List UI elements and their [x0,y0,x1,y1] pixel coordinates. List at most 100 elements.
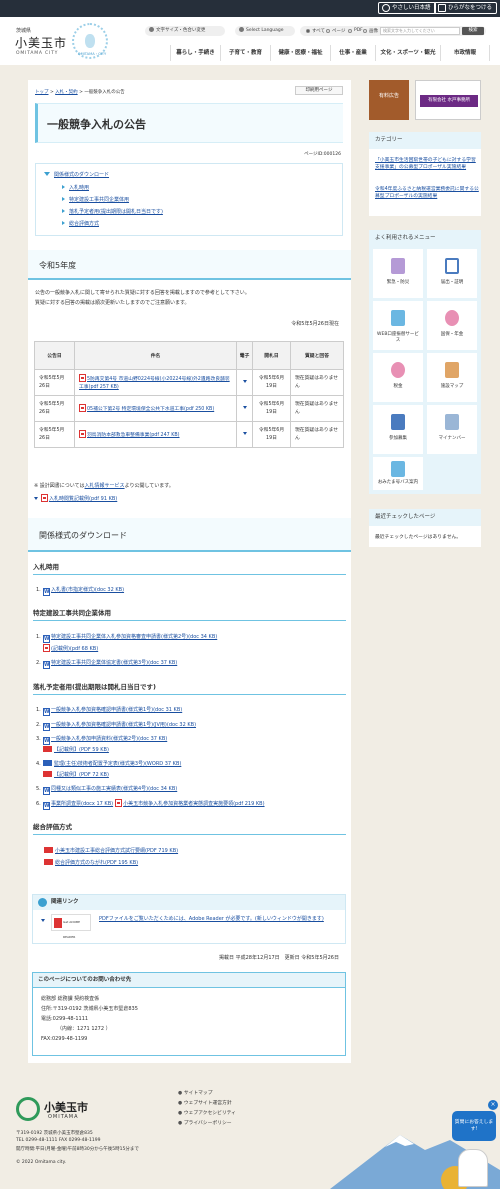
menu-insurance[interactable]: 国保・年金 [427,301,477,350]
building-icon [391,414,405,430]
chevron-down-icon [41,919,45,922]
close-icon[interactable]: × [488,1100,498,1110]
col-header: 件名 [74,341,237,370]
table-row: 令和5年5月26日 5防再交第4号 市道山野0224号線(小20224号線)外2… [34,369,344,396]
section-heading-fy5: 令和5年度 [28,250,351,280]
table-row: 令和5年5月26日 羽鳥消防本部救急車整備事業(pdf 247 KB) 令和5年… [34,421,344,448]
download-item: (記載例)(pdf 68 KB) [43,644,98,652]
as-of-date: 令和5年5月26日現在 [291,321,339,327]
easy-japanese-button[interactable]: やさしい日本語 [378,2,436,14]
download-item: 2. W一般競争入札参加資格確認申請書(様式第1号)(JV用)(doc 32 KB… [36,722,197,731]
word-icon: W [43,708,50,716]
group-heading: 落札予定者用(提出期限は開札日当日です) [33,681,346,695]
toc-head-link[interactable]: 関係様式のダウンロード [54,171,109,178]
breadcrumb: トップ > 入札・契約 > 一般競争入札の公告 [35,90,125,95]
category-heading: カテゴリー [369,132,481,149]
download-item: 2. W特定建設工事共同企業体協定書(様式第3号)(doc 37 KB) [36,660,178,669]
related-links: 関連リンク Get ADOBE READER PDFファイルをご覧いただくために… [32,894,346,944]
page-id: ページID:000126 [304,152,341,157]
document-icon [445,258,459,274]
group-heading: 入札時用 [33,561,346,575]
related-heading: 関連リンク [33,895,345,910]
electronic-bid-icon [242,431,247,435]
toc-item[interactable]: 落札予定者用(提出期限は開札日当日です) [69,208,163,215]
language-select[interactable]: Select Language [235,26,295,36]
gnav-childcare[interactable]: 子育て・教育 [220,45,270,61]
bus-icon [391,461,405,477]
pdf-icon [41,494,48,502]
page-title-box: 一般競争入札の公告 [35,103,343,143]
col-header: 電子 [236,341,253,370]
bid-doc-link[interactable]: 05補公下第2号 特定環境保全公共下水道工事(pdf 250 KB) [87,407,214,412]
phone-icon [391,258,405,274]
radio-page[interactable]: ページ [326,28,345,34]
note-pdf: 入札時閲覧記載例(pdf 91 KB) [34,494,117,502]
bid-doc-link[interactable]: 羽鳥消防本部救急車整備事業(pdf 247 KB) [87,433,180,438]
download-item: 4. 監理(主任)技術者配置予定表(様式第3号)(WORD 37 KB) [36,760,182,767]
popular-menu: よく利用されるメニュー 緊急・防災 届出・証明 WEB口座振替サービス 国保・年… [369,230,481,494]
menu-web-transfer[interactable]: WEB口座振替サービス [373,301,423,350]
page-title: 一般競争入札の公告 [47,118,146,131]
word-icon: W [43,787,50,795]
col-header: 公告日 [34,341,75,370]
table-row: 令和5年5月26日 05補公下第2号 特定環境保全公共下水道工事(pdf 250… [34,395,344,422]
menu-notification[interactable]: 届出・証明 [427,249,477,298]
print-button[interactable]: 印刷用ページ [295,86,343,95]
menu-recruit[interactable]: 参加募集 [373,405,423,454]
col-header: 質疑と回答 [290,341,344,370]
search-input[interactable]: 検索文字を入力してください [380,27,460,35]
radio-all[interactable]: すべて [306,28,325,34]
footer-link[interactable]: ● プライバシーポリシー [178,1119,232,1126]
gnav-work[interactable]: 仕事・産業 [330,45,375,61]
toc-item[interactable]: 入札時用 [69,184,89,191]
pdf-icon [43,644,50,652]
design-docs-note: ※ 設計図書については入札情報サービスより公開しています。 [34,483,174,489]
download-item: 1. W一般競争入札参加資格確認申請書(様式第1号)(doc 31 KB) [36,707,183,716]
pdf-icon [44,847,53,853]
menu-tax[interactable]: 税金 [373,353,423,402]
electronic-bid-icon [242,379,247,383]
adobe-reader-link[interactable]: PDFファイルをご覧いただくためには、Adobe Reader が必要です。(新… [99,915,337,923]
main-content: トップ > 入札・契約 > 一般競争入札の公告 印刷用ページ 一般競争入札の公告… [28,80,351,1063]
bid-info-service-link[interactable]: 入札情報サービス [85,483,125,489]
search-button[interactable]: 検索 [462,27,484,35]
gnav-health[interactable]: 健康・医療・福祉 [270,45,330,61]
map-icon [445,362,459,378]
ad-slot[interactable]: 有料広告 [369,80,409,120]
menu-facility-map[interactable]: 施設マップ [427,353,477,402]
breadcrumb-home[interactable]: トップ [35,90,49,95]
menu-mynumber[interactable]: マイナンバー [427,405,477,454]
gnav-city[interactable]: 市政情報 [440,45,490,61]
chatbot-bubble[interactable]: 質問にお答えします! [452,1111,496,1141]
footer-link[interactable]: ● ウェブサイト運営方針 [178,1099,232,1106]
text-size-button[interactable]: 文字サイズ・色合い変更 [145,26,225,36]
menu-emergency[interactable]: 緊急・防災 [373,249,423,298]
bid-doc-link[interactable]: 5防再交第4号 市道山野0224号線(小20224号線)外2遺路改良舗装工事(p… [79,377,230,390]
pdf-icon [79,429,86,438]
word-icon: W [43,635,50,643]
example-pdf-link[interactable]: 入札時閲覧記載例(pdf 91 KB) [49,496,117,502]
furigana-button[interactable]: ひらがなをつける [434,2,498,14]
group-heading: 特定建設工事共同企業体用 [33,607,346,621]
word-icon: W [43,588,50,596]
ad-banner[interactable]: 有限会社 水戸事務所 [415,80,481,120]
col-header: 開札日 [252,341,291,370]
radio-image[interactable]: 画像 [363,28,378,34]
menu-bus[interactable]: おみたま号バス案内 [373,457,423,490]
toc-item[interactable]: 総合評価方式 [69,220,99,227]
toc-item[interactable]: 特定建設工事共同企業体用 [69,196,129,203]
radio-pdf[interactable]: PDF [348,28,363,33]
footer-link[interactable]: ● ウェブアクセシビリティ [178,1109,236,1116]
category-link[interactable]: 「小美玉市生活困窮世帯の子どもに対する学習支援事業」の公募型プロポーザル実施結果 [375,157,479,171]
adobe-reader-badge[interactable]: Get ADOBE READER [51,914,91,939]
intro-text: 公告の一般競争入札に関して寄せられた質疑に対する回答を掲載しますので参考として下… [35,290,250,296]
gnav-culture[interactable]: 文化・スポーツ・観光 [375,45,440,61]
breadcrumb-bid[interactable]: 入札・契約 [55,90,78,95]
card-icon [391,310,405,326]
category-link[interactable]: 令和4年度ふるさと納税運営業務委託に関する公募型プロポーザルの実施結果 [375,186,479,200]
pdf-icon [79,403,86,412]
purse-icon [391,362,405,378]
footer-link[interactable]: ● サイトマップ [178,1089,213,1096]
gnav-living[interactable]: 暮らし・手続き [170,45,220,61]
chatbot-mascot[interactable] [458,1149,488,1187]
